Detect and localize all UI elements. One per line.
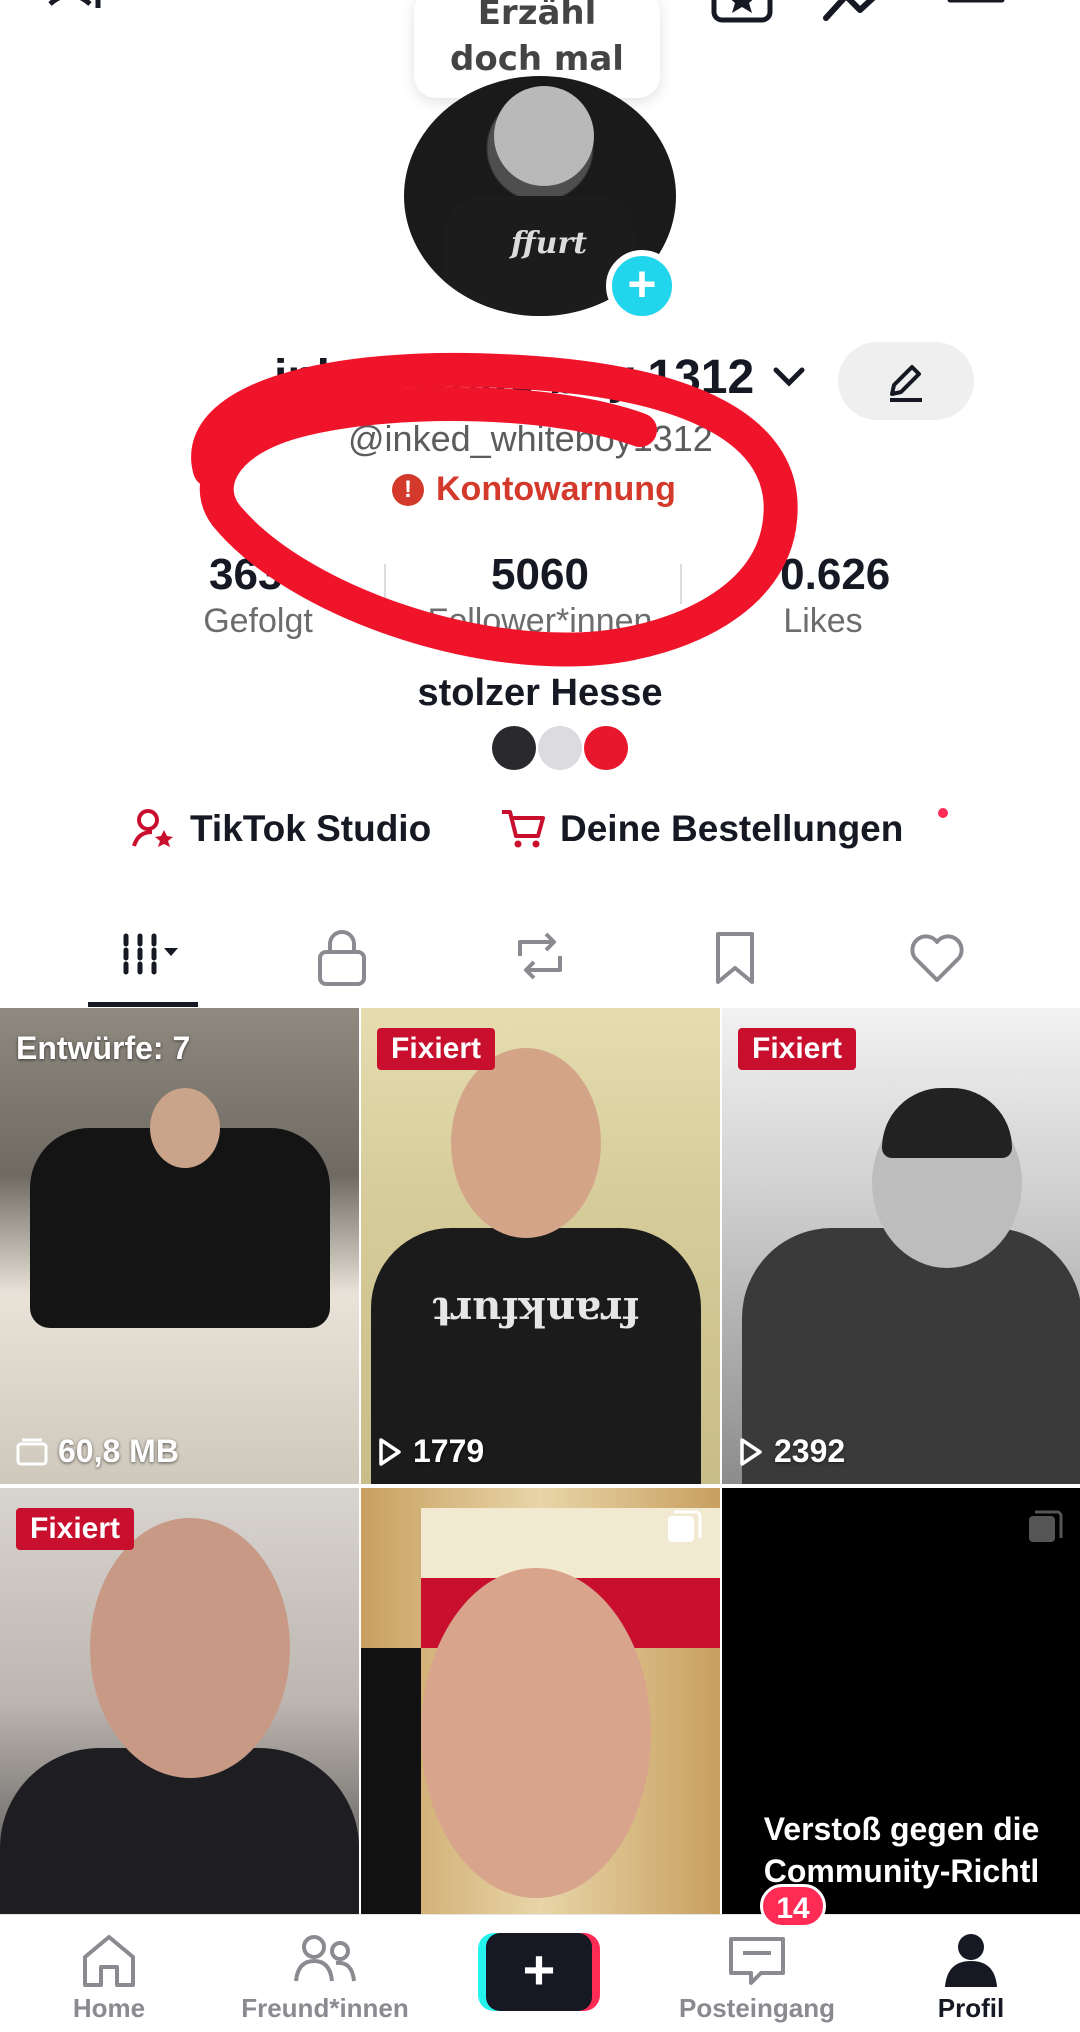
draft-size-label: 60,8 MB (58, 1433, 179, 1469)
tab-reposts[interactable] (478, 912, 598, 1008)
following-count: 3636 (209, 550, 307, 599)
orders-link[interactable]: Deine Bestellungen (500, 806, 903, 852)
profile-bio: stolzer Hesse (417, 672, 663, 714)
grid-item-violation[interactable]: Verstoß gegen die Community-Richtl (722, 1488, 1080, 1914)
following-label: Gefolgt (203, 602, 313, 640)
account-warning-label: Kontowarnung (436, 470, 676, 508)
stat-following[interactable]: 3636 Gefolgt (178, 550, 338, 641)
followers-count: 5060 (491, 550, 589, 599)
top-right-toolbar (710, 0, 1040, 30)
nav-friends[interactable]: Freund*innen (230, 1931, 420, 2024)
friends-icon (294, 1935, 356, 1982)
bio-dot-black (492, 726, 536, 770)
video-grid: Entwürfe: 7 60,8 MB frankfurt Fixiert 17… (0, 1008, 1080, 1914)
nav-home-label: Home (72, 1993, 146, 2023)
repost-icon (518, 932, 562, 980)
display-name[interactable]: inked white boy 1312 (274, 350, 754, 405)
play-icon (379, 1437, 401, 1466)
view-count: 2392 (738, 1433, 845, 1470)
shopping-cart-icon (502, 810, 545, 848)
draft-size: 60,8 MB (16, 1433, 179, 1470)
studio-icon (132, 809, 173, 847)
active-tab-indicator (88, 1002, 198, 1007)
nav-inbox-label: Posteingang (678, 1993, 835, 2023)
nav-inbox[interactable]: Posteingang (662, 1931, 852, 2024)
grid-item-drafts[interactable]: Entwürfe: 7 60,8 MB (0, 1008, 359, 1484)
tab-private[interactable] (284, 912, 404, 1008)
create-button[interactable]: + (478, 1933, 600, 2011)
nav-home[interactable]: Home (14, 1931, 204, 2024)
grid-item-pinned[interactable]: Fixiert 2392 (722, 1008, 1080, 1484)
view-count-value: 2392 (774, 1433, 846, 1469)
edit-profile-button[interactable] (838, 342, 974, 420)
inbox-count-badge: 14 (760, 1884, 826, 1928)
plus-icon: + (486, 1933, 592, 2011)
tiktok-studio-link[interactable]: TikTok Studio (130, 806, 431, 852)
heart-icon (910, 934, 964, 982)
tiktok-studio-label: TikTok Studio (190, 808, 432, 849)
bio-emoji-dots (492, 726, 628, 770)
chevron-down-icon[interactable] (772, 364, 806, 392)
add-story-button[interactable]: + (606, 250, 678, 322)
bottom-navigation: Home Freund*innen + Posteingang Profil (0, 1914, 1080, 2032)
analytics-icon[interactable] (822, 0, 892, 30)
content-tabs (0, 912, 1080, 1008)
view-count-value: 1779 (413, 1433, 485, 1469)
user-handle: @inked_whiteboy1312 (348, 418, 713, 459)
likes-label: Likes (783, 602, 863, 640)
nav-friends-label: Freund*innen (241, 1993, 409, 2023)
tab-videos[interactable] (88, 912, 208, 1008)
add-user-icon[interactable] (40, 0, 120, 30)
pinned-badge: Fixiert (377, 1028, 496, 1070)
profile-links: TikTok Studio Deine Bestellungen (0, 806, 1080, 866)
alert-icon: ! (392, 473, 424, 506)
stat-divider (384, 564, 386, 604)
followers-label: Follower*innen (427, 602, 653, 640)
home-icon (83, 1935, 135, 1987)
inbox-icon (729, 1937, 785, 1985)
pinned-badge: Fixiert (738, 1028, 857, 1070)
grid-item-pinned[interactable]: Fixiert (0, 1488, 359, 1914)
play-icon (740, 1437, 762, 1466)
menu-icon[interactable] (946, 0, 1006, 30)
prompt-line-1: Erzähl (477, 0, 597, 33)
bookmark-icon (716, 932, 754, 984)
lock-icon (318, 930, 366, 986)
grid-item-pinned[interactable]: frankfurt Fixiert 1779 (361, 1008, 720, 1484)
violation-notice: Verstoß gegen die Community-Richtl (722, 1808, 1080, 1892)
bio-dot-white (538, 726, 582, 770)
account-warning-link[interactable]: ! Kontowarnung (392, 470, 676, 509)
bio-dot-red (584, 726, 628, 770)
drafts-icon (16, 1438, 48, 1465)
pencil-icon (890, 365, 922, 402)
profile-icon (945, 1934, 997, 1987)
nav-profile[interactable]: Profil (876, 1931, 1066, 2024)
tab-favorites[interactable] (678, 912, 798, 1008)
pinned-badge: Fixiert (16, 1508, 135, 1550)
grid-item-photo[interactable] (361, 1488, 720, 1914)
grid-filter-icon (123, 933, 178, 975)
notification-dot (938, 808, 948, 818)
stat-divider (680, 564, 682, 604)
tab-liked[interactable] (872, 912, 992, 1008)
drafts-label: Entwürfe: 7 (16, 1030, 191, 1066)
violation-line-1: Verstoß gegen die (763, 1811, 1040, 1847)
stat-followers[interactable]: 5060 Follower*innen (400, 550, 680, 641)
likes-count: 70.626 (755, 550, 891, 599)
orders-label: Deine Bestellungen (560, 808, 904, 849)
multi-photo-icon (1029, 1510, 1063, 1542)
stat-likes[interactable]: 70.626 Likes (740, 550, 906, 641)
creator-badge-icon[interactable] (710, 0, 774, 30)
multi-photo-icon (668, 1510, 702, 1542)
nav-profile-label: Profil (937, 1993, 1005, 2023)
view-count: 1779 (377, 1433, 484, 1470)
